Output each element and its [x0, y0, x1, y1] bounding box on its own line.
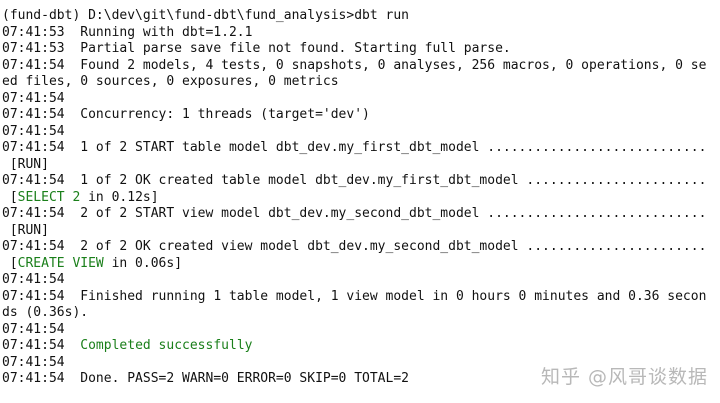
watermark-text: 知乎 @风哥谈数据: [540, 366, 708, 388]
bracket-open: [: [2, 189, 18, 205]
terminal-line: 07:41:54 Finished running 1 table model,…: [2, 288, 707, 304]
terminal-line: 07:41:54: [2, 123, 65, 139]
terminal-line: 07:41:54: [2, 272, 65, 287]
terminal-line: 07:41:54 Concurrency: 1 threads (target=…: [2, 107, 370, 122]
terminal-line: ds (0.36s).: [2, 305, 89, 320]
terminal-line: 07:41:53 Running with dbt=1.2.1: [2, 24, 253, 40]
terminal-line-create-status: [CREATE VIEW in 0.06s]: [2, 256, 720, 273]
terminal-line: 07:41:54 2 of 2 OK created view model db…: [2, 239, 707, 254]
create-status-text: CREATE VIEW: [17, 255, 104, 271]
terminal-line: 07:41:54 2 of 2 START view model dbt_dev…: [2, 206, 707, 221]
terminal-line: [RUN]: [2, 156, 49, 172]
terminal-line: ed files, 0 sources, 0 exposures, 0 metr…: [2, 74, 339, 89]
bracket-open: [: [2, 255, 18, 271]
timestamp-prefix: 07:41:54: [2, 338, 81, 353]
terminal-line: 07:41:54 Found 2 models, 4 tests, 0 snap…: [2, 57, 707, 73]
create-status-tail: in 0.06s]: [103, 255, 183, 271]
terminal-line: 07:41:53 Partial parse save file not fou…: [2, 41, 511, 56]
terminal-line: 07:41:54 1 of 2 OK created table model d…: [2, 173, 707, 188]
terminal-output: (fund-dbt) D:\dev\git\fund-dbt\fund_anal…: [0, 0, 720, 403]
terminal-line: 07:41:54 1 of 2 START table model dbt_de…: [2, 140, 707, 155]
select-status-tail: in 0.12s]: [80, 189, 159, 205]
terminal-line-select-status: [SELECT 2 in 0.12s]: [2, 190, 720, 207]
terminal-line: 07:41:54: [2, 321, 65, 337]
terminal-line: (fund-dbt) D:\dev\git\fund-dbt\fund_anal…: [2, 8, 409, 23]
completed-status-text: Completed successfully: [80, 338, 253, 353]
terminal-line: [RUN]: [2, 222, 49, 238]
terminal-line-completed: 07:41:54 Completed successfully: [2, 338, 720, 355]
terminal-line: 07:41:54: [2, 90, 65, 106]
select-status-text: SELECT 2: [17, 189, 81, 205]
